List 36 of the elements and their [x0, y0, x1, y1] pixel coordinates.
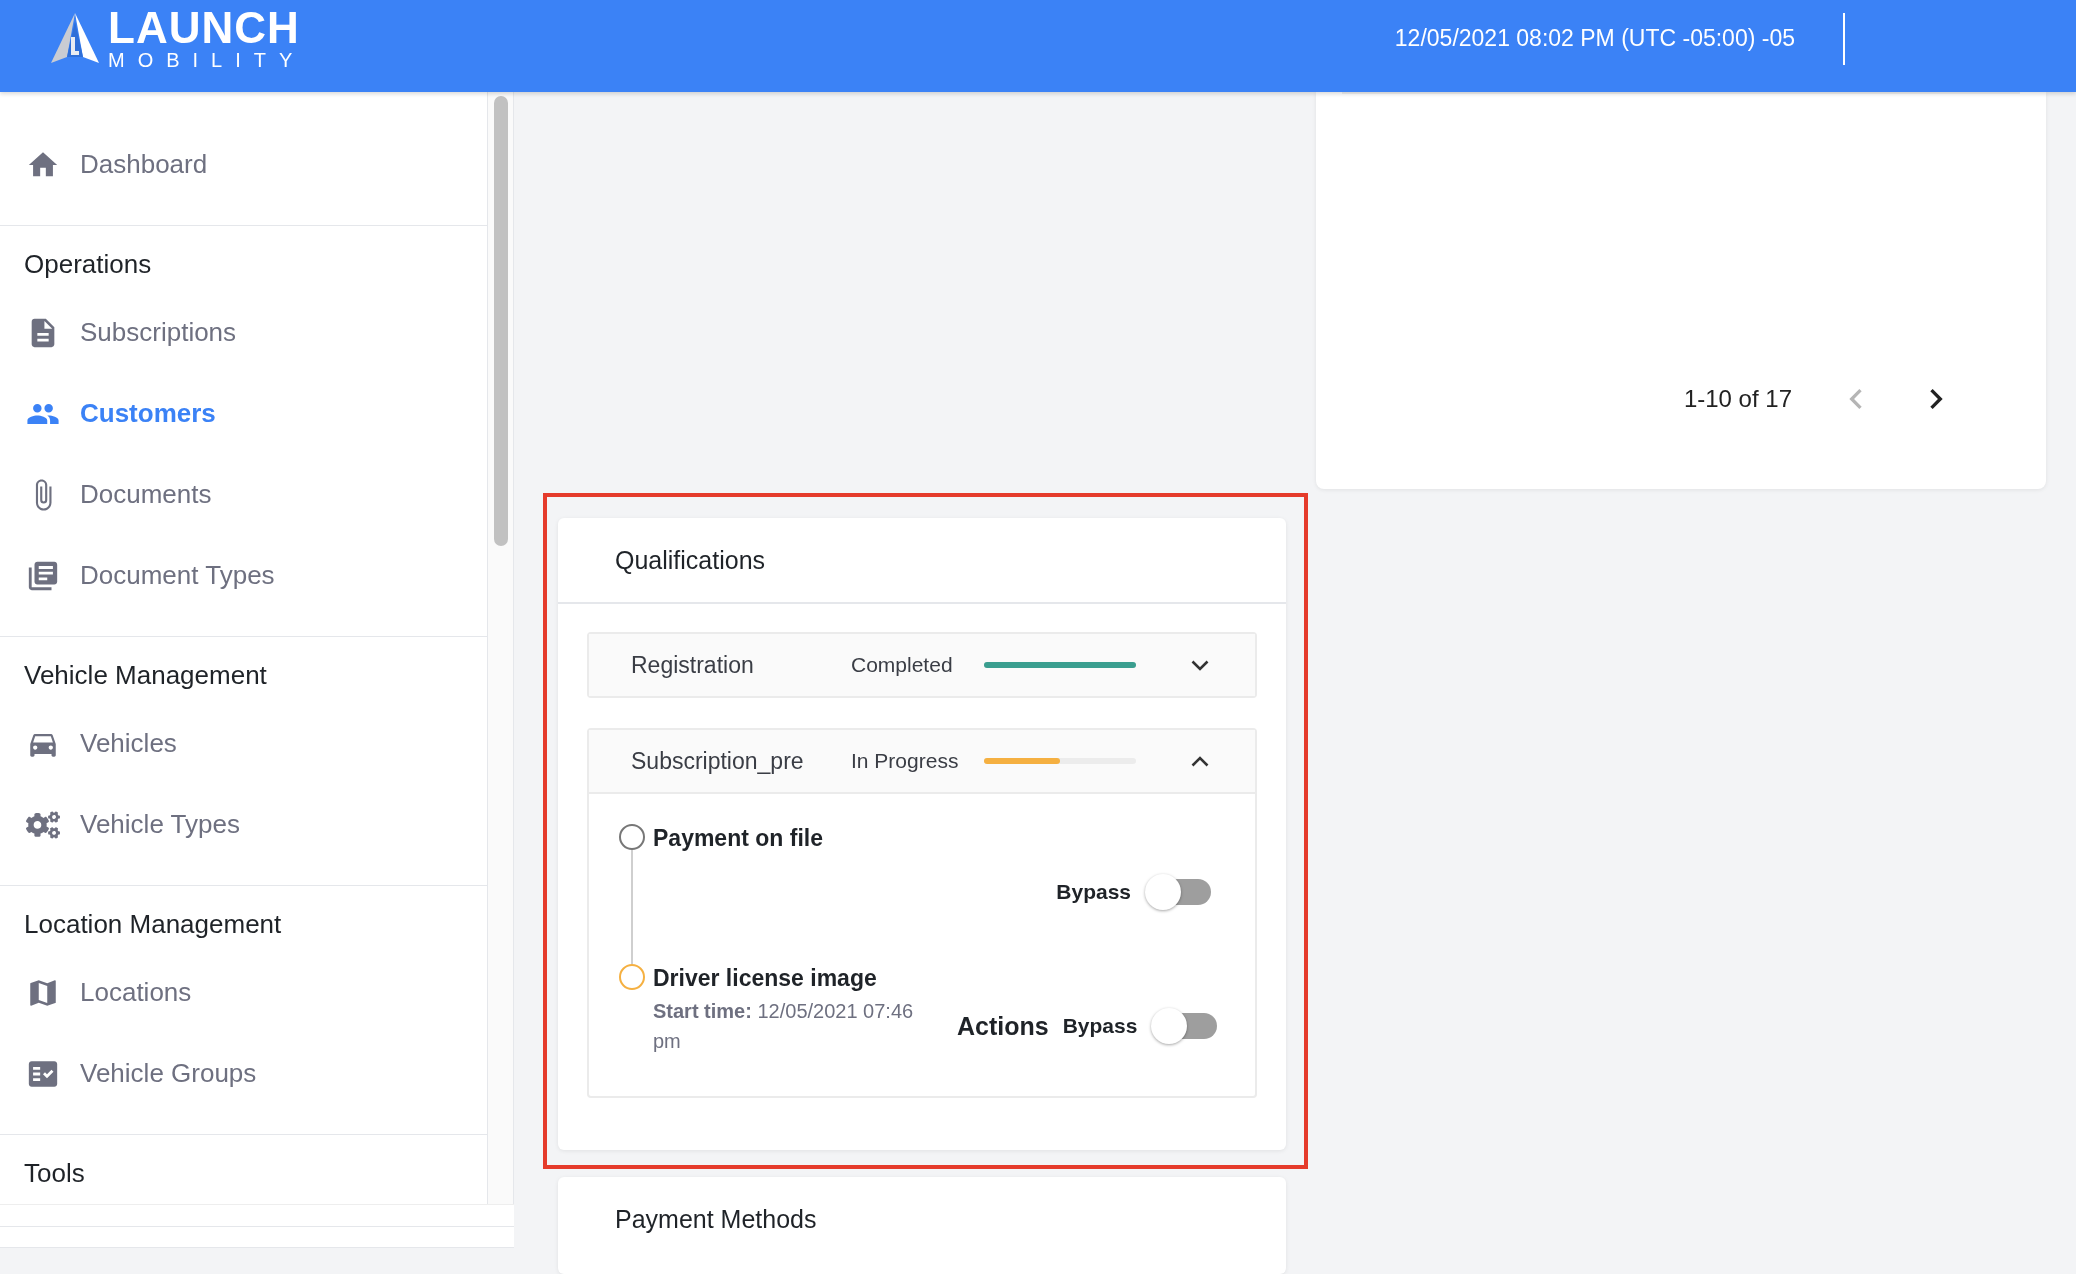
- sidebar-item[interactable]: Customers: [0, 373, 487, 454]
- section-heading: Vehicle Management: [24, 659, 268, 692]
- stage-status: Completed: [851, 653, 954, 677]
- pagination-range: 1-10 of 17: [1683, 385, 1792, 413]
- stage-name: Subscription_pre: [631, 747, 805, 775]
- bypass-label: Bypass: [1056, 880, 1131, 904]
- rocket-logo-icon: [50, 13, 100, 65]
- sidebar-item[interactable]: Vehicle Groups: [0, 1033, 487, 1114]
- logo-wordmark: LAUNCH: [108, 7, 301, 49]
- chevron-down-icon: [1191, 659, 1209, 671]
- chevron-up-icon: [1191, 755, 1209, 767]
- sidebar-item[interactable]: Locations: [0, 952, 487, 1033]
- stage-status: In Progress: [851, 749, 960, 773]
- section-heading: Operations: [24, 248, 153, 281]
- sidebar-item[interactable]: Vehicle Types: [0, 784, 487, 865]
- start-time: Start time: 12/05/2021 07:46 pm: [653, 999, 915, 1054]
- sidebar-item[interactable]: Vehicles: [0, 703, 487, 784]
- scrollbar-thumb[interactable]: [493, 96, 508, 546]
- bypass-toggle[interactable]: [1145, 872, 1211, 912]
- current-datetime: 12/05/2021 08:02 PM (UTC -05:00) -05: [1394, 24, 1795, 52]
- stage-name: Registration: [631, 651, 755, 679]
- card-title: Payment Methods: [615, 1204, 817, 1234]
- card-title: Qualifications: [615, 545, 766, 575]
- sidebar-item[interactable]: Subscriptions: [0, 292, 487, 373]
- section-heading: Location Management: [24, 908, 283, 941]
- section-heading: Tools: [24, 1157, 86, 1190]
- sidebar-item[interactable]: Documents: [0, 454, 487, 535]
- logo-tagline: MOBILITY: [108, 49, 306, 71]
- header-divider: [1843, 13, 1845, 65]
- step-title: Driver license image: [653, 964, 878, 992]
- step-title: Payment on file: [653, 824, 824, 852]
- sidebar-item[interactable]: Dashboard: [0, 124, 487, 205]
- bypass-label: Bypass: [1062, 1014, 1138, 1038]
- actions-label: Actions: [957, 1011, 1049, 1041]
- sidebar-item[interactable]: Document Types: [0, 535, 487, 616]
- bypass-toggle[interactable]: [1151, 1006, 1218, 1046]
